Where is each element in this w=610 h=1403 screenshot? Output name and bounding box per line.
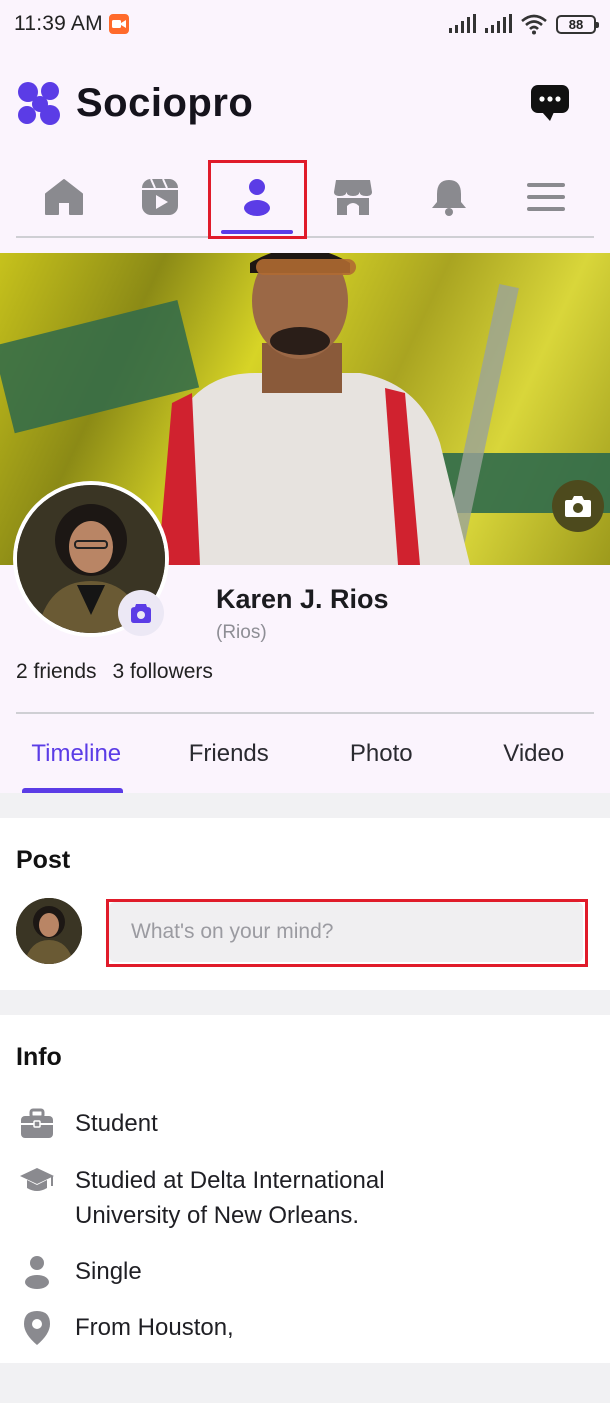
- status-bar: 11:39 AM 88: [0, 0, 610, 48]
- messages-button[interactable]: [530, 83, 570, 123]
- status-indicators: 88: [448, 13, 599, 35]
- info-item-relationship: Single: [16, 1254, 495, 1290]
- nav-notifications[interactable]: [401, 158, 497, 236]
- info-item-text: From Houston,: [75, 1314, 234, 1341]
- bell-icon: [432, 180, 467, 216]
- status-time: 11:39 AM: [14, 12, 103, 35]
- edit-cover-photo-button[interactable]: [552, 480, 604, 532]
- followers-count[interactable]: 3 followers: [113, 660, 213, 684]
- nav-home[interactable]: [16, 158, 112, 236]
- info-section-title: Info: [16, 1043, 62, 1071]
- nav-menu[interactable]: [498, 158, 594, 236]
- info-item-text: Single: [75, 1258, 142, 1285]
- info-item-hometown: From Houston,: [16, 1310, 495, 1346]
- video-play-icon: [142, 178, 179, 215]
- screen-record-icon: [108, 14, 129, 34]
- home-icon: [45, 179, 84, 215]
- sociopro-logo-icon: [16, 80, 62, 126]
- camera-icon: [131, 604, 151, 623]
- hamburger-menu-icon: [526, 183, 565, 211]
- tab-timeline[interactable]: Timeline: [0, 714, 153, 793]
- tab-photo[interactable]: Photo: [305, 714, 458, 793]
- briefcase-icon: [16, 1106, 58, 1142]
- info-item-education: Studied at Delta International Universit…: [16, 1163, 495, 1233]
- wifi-icon: [521, 14, 547, 35]
- tab-video[interactable]: Video: [458, 714, 610, 793]
- info-item-occupation: Student: [16, 1106, 495, 1142]
- profile-tabs: Timeline Friends Photo Video: [0, 714, 610, 793]
- app-title: Sociopro: [76, 80, 254, 125]
- nav-profile[interactable]: [209, 158, 305, 236]
- profile-counts: 2 friends 3 followers: [16, 660, 213, 684]
- info-item-text: Student: [75, 1110, 158, 1137]
- store-icon: [334, 180, 373, 215]
- nav-videos[interactable]: [112, 158, 208, 236]
- post-avatar: [16, 898, 82, 964]
- nav-marketplace[interactable]: [305, 158, 401, 236]
- signal-icon: [449, 14, 476, 33]
- tab-friends[interactable]: Friends: [153, 714, 306, 793]
- location-pin-icon: [16, 1310, 58, 1346]
- profile-nickname: (Rios): [216, 622, 267, 643]
- post-section-title: Post: [16, 846, 71, 874]
- camera-icon: [565, 496, 591, 517]
- graduation-cap-icon: [16, 1163, 58, 1199]
- app-header: Sociopro: [0, 48, 610, 158]
- battery-indicator: 88: [556, 14, 599, 34]
- info-item-text: Studied at Delta International Universit…: [75, 1167, 385, 1229]
- signal-icon-2: [485, 14, 512, 33]
- profile-name: Karen J. Rios: [216, 584, 389, 614]
- edit-avatar-button[interactable]: [118, 590, 164, 636]
- person-icon: [16, 1254, 58, 1290]
- main-nav: [16, 158, 594, 238]
- profile-icon: [243, 179, 270, 216]
- chat-bubble-icon: [531, 85, 569, 121]
- post-composer-input[interactable]: [109, 902, 583, 962]
- friends-count[interactable]: 2 friends: [16, 660, 97, 684]
